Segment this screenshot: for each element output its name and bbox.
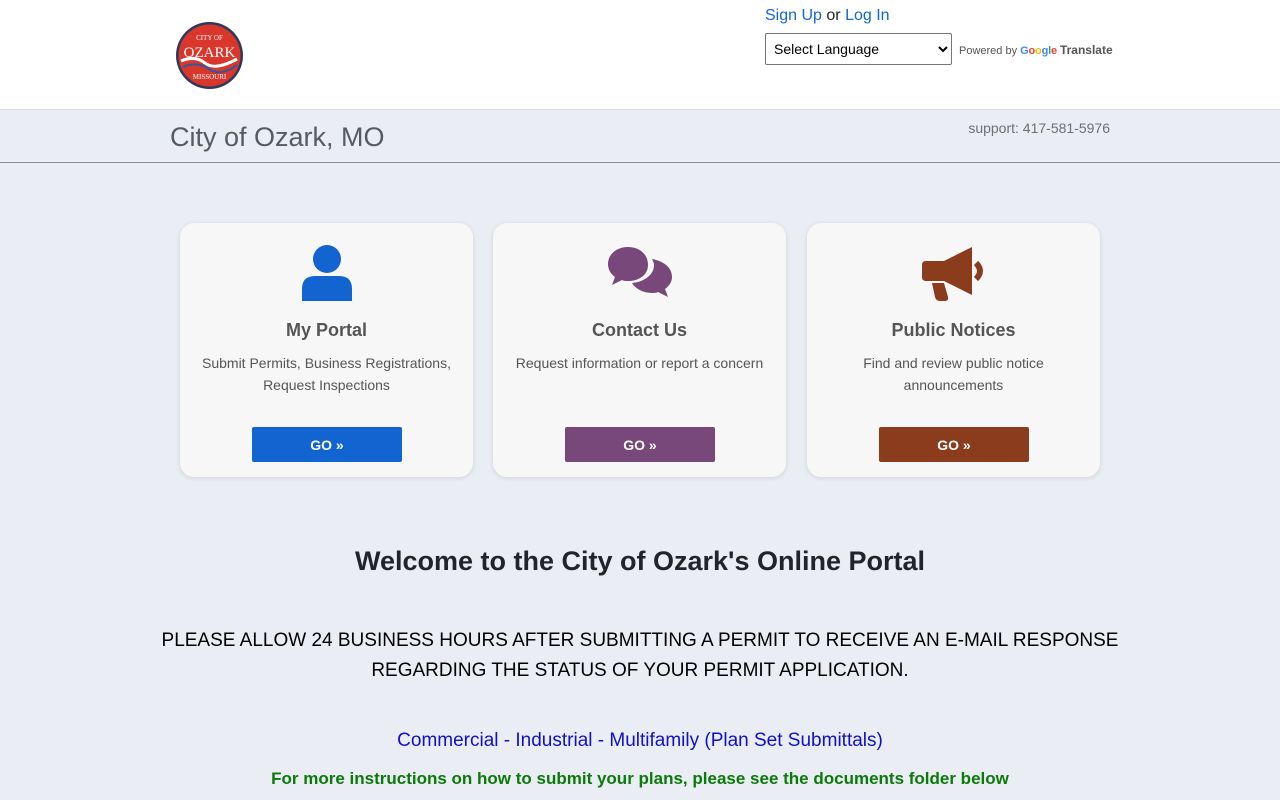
logo-top-text: CITY OF bbox=[196, 34, 223, 42]
permit-notice: PLEASE ALLOW 24 BUSINESS HOURS AFTER SUB… bbox=[161, 630, 1119, 681]
support-phone: support: 417-581-5976 bbox=[968, 120, 1110, 136]
powered-by-text: Powered by bbox=[959, 45, 1018, 57]
welcome-heading: Welcome to the City of Ozark's Online Po… bbox=[354, 546, 926, 576]
contact-us-go-button[interactable]: GO » bbox=[565, 427, 715, 462]
plan-instructions: For more instructions on how to submit y… bbox=[271, 769, 1009, 788]
card-description: Find and review public notice announceme… bbox=[863, 355, 1044, 393]
card-description: Request information or report a concern bbox=[515, 355, 764, 371]
megaphone-icon-handle bbox=[931, 283, 948, 301]
card-description: Submit Permits, Business Registrations, … bbox=[202, 355, 451, 393]
my-portal-go-button[interactable]: GO » bbox=[252, 427, 402, 462]
google-translate-credit: Powered by Google Translate bbox=[959, 43, 1113, 57]
city-seal-logo[interactable]: CITY OF OZARK MISSOURI bbox=[175, 21, 244, 90]
megaphone-icon-body bbox=[921, 247, 972, 295]
sign-up-link[interactable]: Sign Up bbox=[765, 7, 822, 24]
megaphone-icon bbox=[807, 245, 1100, 301]
auth-or-text: or bbox=[826, 7, 841, 24]
card-public-notices: Public Notices Find and review public no… bbox=[807, 223, 1100, 477]
language-select[interactable]: Select Language bbox=[765, 33, 952, 65]
logo-main-text: OZARK bbox=[184, 45, 236, 61]
top-header: CITY OF OZARK MISSOURI Sign Up or Log In… bbox=[0, 0, 1280, 110]
translate-link[interactable]: Translate bbox=[1060, 43, 1113, 57]
card-title: My Portal bbox=[285, 320, 368, 340]
google-logo-text[interactable]: Google bbox=[1020, 45, 1057, 57]
logo-bottom-text: MISSOURI bbox=[193, 73, 227, 81]
card-title: Public Notices bbox=[891, 320, 1016, 340]
org-name: City of Ozark, MO bbox=[170, 122, 385, 152]
card-my-portal: My Portal Submit Permits, Business Regis… bbox=[180, 223, 473, 477]
auth-links: Sign Up or Log In bbox=[765, 7, 890, 25]
commercial-plan-link[interactable]: Commercial - Industrial - Multifamily (P… bbox=[0, 730, 1280, 752]
user-icon-body bbox=[301, 276, 352, 301]
card-title: Contact Us bbox=[591, 320, 687, 340]
user-icon bbox=[180, 245, 473, 301]
log-in-link[interactable]: Log In bbox=[845, 7, 889, 24]
comments-icon bbox=[493, 245, 786, 301]
public-notices-go-button[interactable]: GO » bbox=[879, 427, 1029, 462]
comments-icon-bubble-back bbox=[607, 247, 648, 285]
org-bar: City of Ozark, MO support: 417-581-5976 bbox=[0, 111, 1280, 163]
user-icon-head bbox=[312, 245, 341, 273]
megaphone-icon-sound bbox=[973, 260, 983, 282]
card-contact-us: Contact Us Request information or report… bbox=[493, 223, 786, 477]
